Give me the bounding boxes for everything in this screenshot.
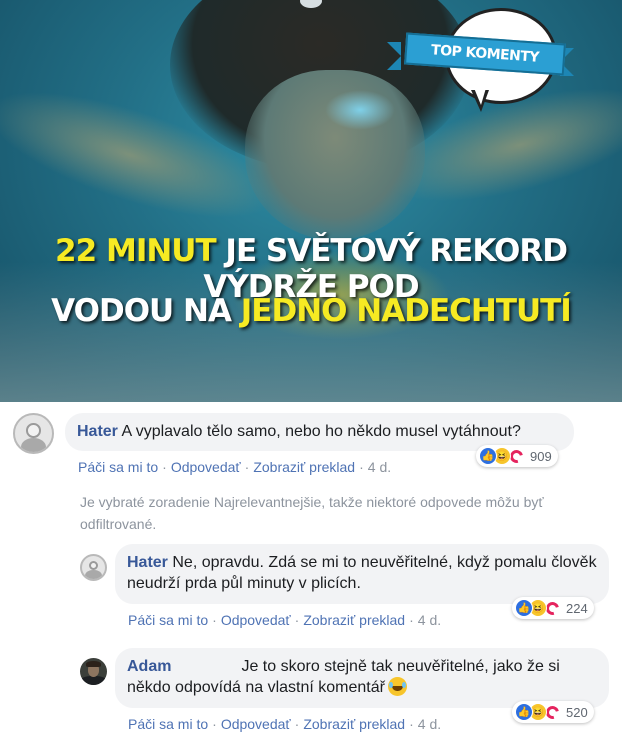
reply-link[interactable]: Odpovedať (221, 612, 291, 628)
separator: · (359, 459, 364, 475)
reaction-count: 224 (566, 600, 588, 616)
headline-highlight: JEDNO NADECHTUTÍ (240, 293, 572, 329)
reaction-count: 909 (530, 448, 552, 464)
laughing-emoji-icon (387, 677, 407, 696)
like-link[interactable]: Páči sa mi to (78, 459, 158, 475)
post-image[interactable]: 22 MINUT JE SVĚTOVÝ REKORD VÝDRŽE POD VO… (0, 0, 622, 402)
separator: · (244, 459, 250, 475)
separator: · (409, 716, 414, 732)
separator: · (294, 716, 300, 732)
avatar[interactable] (13, 413, 54, 454)
like-icon: 👍 (515, 599, 533, 617)
separator: · (409, 612, 414, 628)
comment-author[interactable]: Adam (127, 658, 171, 675)
reply-link[interactable]: Odpovedať (171, 459, 241, 475)
like-link[interactable]: Páči sa mi to (128, 716, 208, 732)
top-komenty-badge: TOP KOMENTY (385, 8, 580, 120)
reaction-summary[interactable]: 👍 😆 909 (476, 445, 558, 467)
like-link[interactable]: Páči sa mi to (128, 612, 208, 628)
avatar[interactable] (80, 554, 107, 581)
translate-link[interactable]: Zobraziť preklad (253, 459, 355, 475)
reaction-count: 520 (566, 704, 588, 720)
reply-link[interactable]: Odpovedať (221, 716, 291, 732)
like-icon: 👍 (479, 447, 497, 465)
comment-actions: Páči sa mi to · Odpovedať · Zobraziť preklad… (78, 459, 391, 475)
comment-bubble: Adam Je to skoro stejně tak neuvěřitelné,… (115, 648, 609, 708)
comment-author[interactable]: Hater (77, 423, 118, 440)
reaction-summary[interactable]: 👍 😆 520 (512, 701, 594, 723)
separator: · (162, 459, 167, 475)
separator: · (294, 612, 300, 628)
like-icon: 👍 (515, 703, 533, 721)
headline-highlight: 22 MINUT (55, 233, 217, 269)
comment-text: Je to skoro stejně tak neuvěřitelné, jak… (127, 658, 560, 696)
timestamp[interactable]: 4 d. (368, 459, 391, 475)
comment-actions: Páči sa mi to · Odpovedať · Zobraziť preklad… (128, 716, 441, 732)
ribbon-end (387, 42, 401, 70)
comment-author[interactable]: Hater (127, 554, 168, 571)
timestamp[interactable]: 4 d. (418, 612, 441, 628)
translate-link[interactable]: Zobraziť preklad (303, 716, 405, 732)
headline-line-2: VODOU NA JEDNO NADECHTUTÍ (0, 293, 622, 329)
comment-text: Ne, opravdu. Zdá se mi to neuvěřitelné, … (127, 554, 597, 592)
filter-notice: Je vybraté zoradenie Najrelevantnejšie, … (80, 494, 544, 532)
speech-bubble-tail (474, 88, 486, 105)
timestamp[interactable]: 4 d. (418, 716, 441, 732)
headline-text: VODOU NA (51, 293, 241, 329)
translate-link[interactable]: Zobraziť preklad (303, 612, 405, 628)
avatar[interactable] (80, 658, 107, 685)
separator: · (212, 612, 217, 628)
comment-actions: Páči sa mi to · Odpovedať · Zobraziť preklad… (128, 612, 441, 628)
separator: · (212, 716, 217, 732)
comment-bubble: Hater Ne, opravdu. Zdá se mi to neuvěřit… (115, 544, 609, 604)
comment-text: A vyplavalo tělo samo, nebo ho někdo mus… (121, 423, 521, 440)
reaction-summary[interactable]: 👍 😆 224 (512, 597, 594, 619)
